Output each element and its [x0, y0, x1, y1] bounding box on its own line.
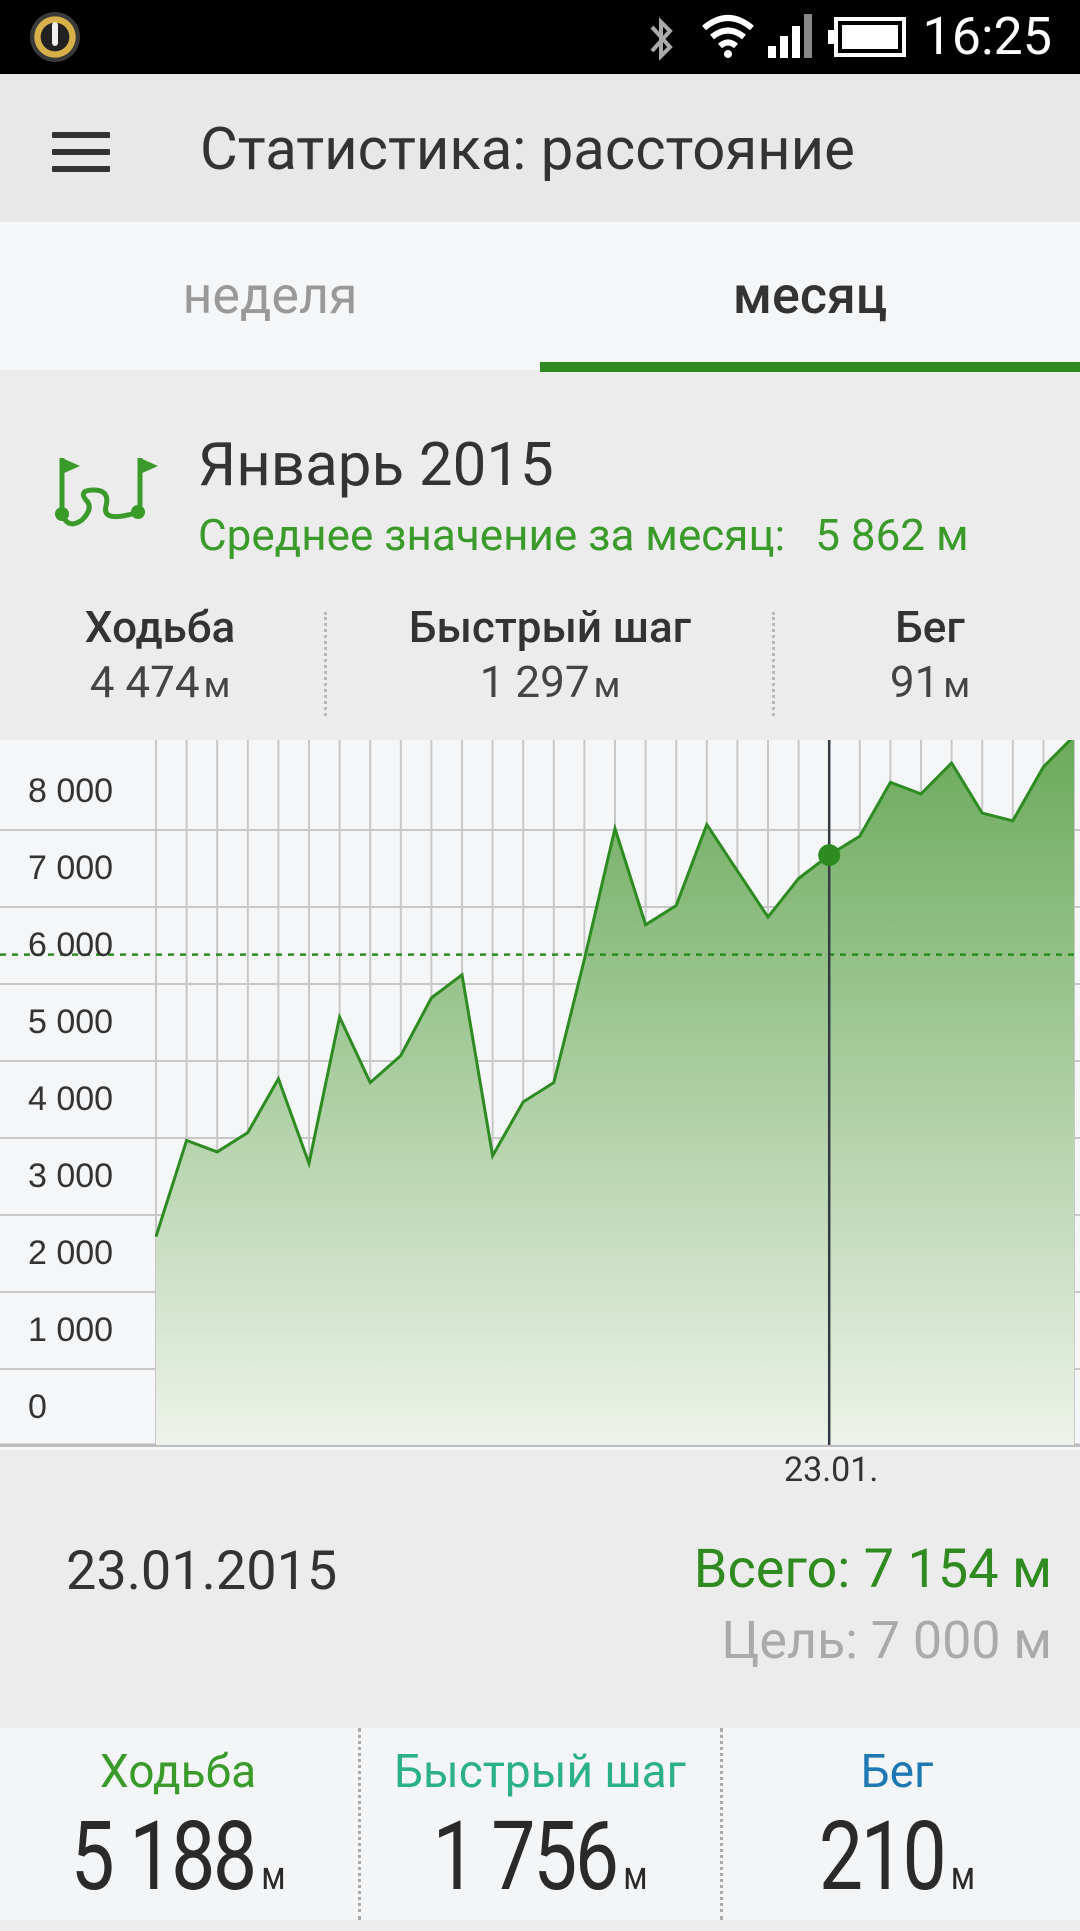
summary-running-label: Бег	[895, 601, 965, 653]
day-breakdown: Ходьба 5 188 м Быстрый шаг 1 756 м Бег 210…	[0, 1728, 1080, 1920]
day-running-label: Бег	[860, 1745, 934, 1799]
summary-walking-label: Ходьба	[84, 601, 236, 653]
summary-running-value: 91	[889, 656, 940, 708]
day-detail: 23.01.2015 Всего: 7 154 м Цель: 7 000 м	[0, 1500, 1080, 1730]
summary-fast-walk-unit: м	[593, 664, 621, 706]
selected-date: 23.01.2015	[66, 1540, 338, 1603]
day-walking-value: 5 188	[70, 1801, 257, 1913]
average-label: Среднее значение за месяц:	[198, 509, 786, 561]
day-walking: Ходьба 5 188 м	[0, 1728, 356, 1920]
wifi-icon	[702, 15, 754, 58]
summary-fast-walk-label: Быстрый шаг	[408, 601, 692, 653]
day-walking-label: Ходьба	[99, 1745, 257, 1799]
selected-day-point[interactable]	[818, 844, 841, 867]
day-fast-walk-value: 1 756	[432, 1801, 619, 1913]
route-flags-icon	[55, 458, 158, 527]
status-bar: 16:25	[0, 0, 1080, 74]
y-tick-label: 3 000	[28, 1157, 113, 1195]
summary-divider	[772, 612, 775, 716]
y-tick-label: 4 000	[28, 1080, 113, 1118]
y-tick-label: 1 000	[28, 1311, 113, 1349]
signal-icon	[768, 14, 812, 58]
bluetooth-icon	[650, 17, 673, 61]
battery-icon	[828, 17, 906, 57]
day-running-value: 210	[818, 1801, 947, 1913]
day-running-unit: м	[950, 1852, 976, 1899]
monthly-average: Среднее значение за месяц: 5 862 м	[198, 505, 969, 565]
breakdown-divider	[358, 1728, 361, 1920]
day-running: Бег 210 м	[724, 1728, 1070, 1920]
tab-week[interactable]: неделя	[0, 222, 540, 370]
y-axis-labels: 0 1 000 2 000 3 000 4 000 5 000 6 000 7 000 8 00…	[28, 772, 113, 1426]
summary-fast-walk: Быстрый шаг 1 297 м	[330, 600, 770, 720]
hamburger-menu-icon[interactable]	[52, 132, 110, 172]
day-total: Всего: 7 154 м	[693, 1538, 1052, 1601]
summary-fast-walk-value: 1 297	[479, 656, 590, 708]
tab-bar: неделя месяц	[0, 222, 1080, 372]
summary-walking: Ходьба 4 474 м	[40, 600, 280, 720]
day-fast-walk-unit: м	[623, 1852, 648, 1899]
day-goal: Цель: 7 000 м	[721, 1610, 1052, 1671]
day-fast-walk: Быстрый шаг 1 756 м	[360, 1728, 720, 1920]
average-value: 5 862 м	[815, 509, 969, 561]
summary-running-unit: м	[943, 664, 971, 706]
page-title: Статистика: расстояние	[200, 116, 855, 184]
x-tick-label: 23.01.	[784, 1450, 879, 1490]
tab-month[interactable]: месяц	[540, 222, 1080, 370]
y-tick-label: 5 000	[28, 1003, 113, 1041]
breakdown-divider	[720, 1728, 723, 1920]
app-power-icon	[30, 12, 80, 62]
summary-walking-value: 4 474	[89, 656, 200, 708]
summary-divider	[324, 612, 327, 716]
month-summary: Ходьба 4 474 м Быстрый шаг 1 297 м Бег 91 м	[0, 600, 1080, 720]
distance-chart[interactable]: 0 1 000 2 000 3 000 4 000 5 000 6 000 7 000 8 00…	[0, 740, 1080, 1450]
y-tick-label: 6 000	[28, 926, 113, 964]
y-tick-label: 2 000	[28, 1234, 113, 1272]
y-tick-label: 0	[28, 1388, 47, 1426]
y-tick-label: 8 000	[28, 772, 113, 810]
month-header: Январь 2015 Среднее значение за месяц: 5 …	[0, 370, 1080, 580]
app-bar: Статистика: расстояние	[0, 74, 1080, 222]
summary-walking-unit: м	[203, 664, 231, 706]
summary-running: Бег 91 м	[800, 600, 1060, 720]
day-walking-unit: м	[261, 1852, 286, 1899]
day-fast-walk-label: Быстрый шаг	[394, 1745, 686, 1799]
clock: 16:25	[922, 6, 1053, 67]
y-tick-label: 7 000	[28, 849, 113, 887]
month-title: Январь 2015	[198, 429, 554, 500]
